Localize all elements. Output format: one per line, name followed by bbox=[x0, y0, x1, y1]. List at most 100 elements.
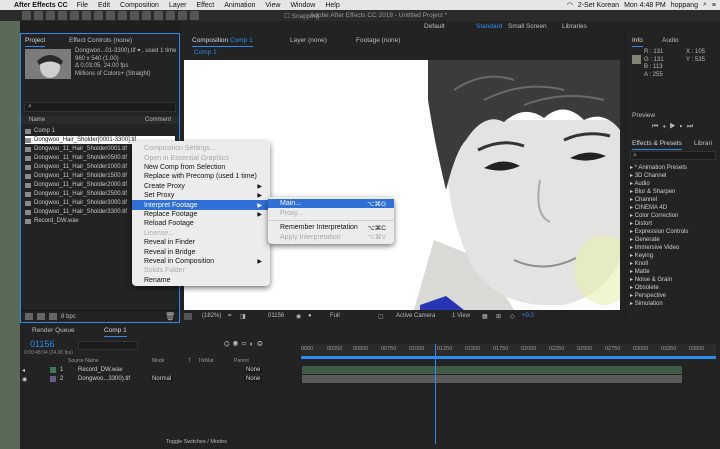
fx-category[interactable]: ▸ Audio bbox=[630, 180, 650, 187]
menu-item-reveal-in-finder[interactable]: Reveal in Finder bbox=[132, 238, 270, 247]
tab-project[interactable]: Project bbox=[25, 37, 46, 47]
trash-icon[interactable]: 🗑 bbox=[165, 312, 175, 321]
pen-tool-icon[interactable] bbox=[118, 11, 127, 20]
workspace-default[interactable]: Default bbox=[424, 23, 445, 30]
menu-effect[interactable]: Effect bbox=[196, 2, 214, 9]
menu-item-rename[interactable]: Rename bbox=[132, 276, 270, 285]
fx-category[interactable]: ▸ CINEMA 4D bbox=[630, 204, 667, 211]
menu-item-replace-with-precomp[interactable]: Replace with Precomp (used 1 time) bbox=[132, 172, 270, 181]
fx-category[interactable]: ▸ Expression Controls bbox=[630, 228, 688, 235]
user-name[interactable]: hoppang bbox=[671, 2, 698, 9]
3d-icon[interactable]: ◇ bbox=[510, 313, 515, 320]
timeline-switch-icons[interactable]: ⛭◉▭◐◎ bbox=[224, 341, 266, 349]
fx-category[interactable]: ▸ Color Correction bbox=[630, 212, 678, 219]
camera-select[interactable]: Active Camera bbox=[396, 313, 435, 319]
flowchart-icon[interactable]: ⊞ bbox=[496, 313, 501, 320]
menu-item-reveal-in-composition[interactable]: Reveal in Composition ▶ bbox=[132, 257, 270, 266]
col-trkmat[interactable]: TrkMat bbox=[198, 358, 213, 364]
list-item[interactable]: Comp 1 bbox=[25, 127, 175, 135]
project-search-input[interactable]: ⌕ bbox=[24, 102, 176, 112]
eraser-tool-icon[interactable] bbox=[166, 11, 175, 20]
timeline-timecode[interactable]: 01156 bbox=[30, 339, 54, 349]
col-source-name[interactable]: Source Name bbox=[68, 358, 99, 364]
workspace-standard[interactable]: Standard bbox=[476, 23, 502, 30]
fx-category[interactable]: ▸ 3D Channel bbox=[630, 172, 666, 179]
roi-icon[interactable]: ▢ bbox=[378, 313, 384, 320]
layer-name[interactable]: Record_DW.wav bbox=[78, 367, 123, 373]
comp-subtab[interactable]: Comp 1 bbox=[194, 49, 217, 56]
hand-tool-icon[interactable] bbox=[46, 11, 55, 20]
effects-search-input[interactable]: ⌕ bbox=[630, 151, 716, 160]
workspace-libraries[interactable]: Libraries bbox=[562, 23, 587, 30]
fx-category[interactable]: ▸ Channel bbox=[630, 196, 657, 203]
first-frame-icon[interactable]: ⏮ bbox=[652, 123, 662, 130]
tab-effect-controls[interactable]: Effect Controls (none) bbox=[69, 37, 132, 44]
menu-window[interactable]: Window bbox=[290, 2, 315, 9]
layer-parent[interactable]: None bbox=[244, 376, 263, 382]
next-frame-icon[interactable]: ▸ bbox=[680, 123, 687, 130]
puppet-tool-icon[interactable] bbox=[190, 11, 199, 20]
exposure-value[interactable]: +0.0 bbox=[522, 313, 534, 319]
label-color[interactable] bbox=[50, 376, 56, 382]
folder-icon[interactable] bbox=[25, 313, 33, 320]
app-menu[interactable]: After Effects CC bbox=[14, 2, 68, 9]
menu-item-new-comp-from-selection[interactable]: New Comp from Selection bbox=[132, 163, 270, 172]
col-parent[interactable]: Parent bbox=[234, 358, 249, 364]
tab-footage[interactable]: Footage (none) bbox=[356, 37, 400, 44]
rotate-tool-icon[interactable] bbox=[70, 11, 79, 20]
tab-layer[interactable]: Layer (none) bbox=[290, 37, 327, 44]
footage-layer-bar[interactable] bbox=[302, 375, 682, 383]
menu-composition[interactable]: Composition bbox=[120, 2, 159, 9]
audio-layer-bar[interactable] bbox=[302, 366, 682, 374]
menu-help[interactable]: Help bbox=[325, 2, 339, 9]
fx-category[interactable]: ▸ Keying bbox=[630, 252, 653, 259]
menu-item-reveal-in-bridge[interactable]: Reveal in Bridge bbox=[132, 247, 270, 256]
timecode-display[interactable]: 01156 bbox=[268, 313, 284, 319]
bpc-label[interactable]: 8 bpc bbox=[61, 314, 76, 320]
playhead[interactable] bbox=[435, 344, 436, 444]
menu-view[interactable]: View bbox=[265, 2, 280, 9]
clock[interactable]: Mon 4:48 PM bbox=[624, 2, 666, 9]
fx-category[interactable]: ▸ Immersive Video bbox=[630, 244, 679, 251]
layer-name[interactable]: Dongwoo...3300).tif bbox=[78, 376, 130, 382]
notification-icon[interactable]: ≡ bbox=[712, 2, 716, 9]
layer-row-2[interactable]: ◉ 2 Dongwoo...3300).tif Normal None bbox=[20, 375, 300, 384]
menu-item-set-proxy[interactable]: Set Proxy ▶ bbox=[132, 191, 270, 200]
channel-icon[interactable]: ● bbox=[308, 313, 312, 319]
timeline-search-input[interactable] bbox=[78, 341, 138, 350]
play-icon[interactable]: ▶ bbox=[669, 123, 679, 130]
menu-file[interactable]: File bbox=[77, 2, 88, 9]
fx-category[interactable]: ▸ Generate bbox=[630, 236, 660, 243]
fx-category[interactable]: ▸ Obsolete bbox=[630, 284, 659, 291]
zoom-select[interactable]: (182%) bbox=[202, 313, 221, 319]
last-frame-icon[interactable]: ⏭ bbox=[687, 123, 697, 130]
input-source[interactable]: 2-Set Korean bbox=[578, 2, 619, 9]
zoom-tool-icon[interactable] bbox=[58, 11, 67, 20]
work-area-bar[interactable] bbox=[301, 356, 716, 359]
menu-item-reload-footage[interactable]: Reload Footage bbox=[132, 219, 270, 228]
camera-tool-icon[interactable] bbox=[82, 11, 91, 20]
brush-tool-icon[interactable] bbox=[142, 11, 151, 20]
eye-icon[interactable]: ◉ bbox=[22, 376, 27, 383]
new-folder-icon[interactable] bbox=[37, 313, 45, 320]
spotlight-icon[interactable]: ⌕ bbox=[703, 1, 707, 9]
col-mode[interactable]: Mode bbox=[152, 358, 165, 364]
snapshot-icon[interactable]: ◉ bbox=[296, 313, 301, 320]
always-preview-icon[interactable] bbox=[184, 313, 192, 320]
fx-category[interactable]: ▸ Noise & Grain bbox=[630, 276, 672, 283]
resolution-select[interactable]: Full bbox=[330, 313, 340, 319]
tab-audio[interactable]: Audio bbox=[662, 37, 679, 44]
workspace-small-screen[interactable]: Small Screen bbox=[508, 23, 547, 30]
tab-timeline-comp[interactable]: Comp 1 bbox=[104, 327, 127, 337]
submenu-item-remember-interpretation[interactable]: Remember Interpretation ⌥⌘C bbox=[268, 223, 394, 232]
col-name[interactable]: Name bbox=[29, 117, 45, 123]
menu-item-replace-footage[interactable]: Replace Footage ▶ bbox=[132, 210, 270, 219]
col-t[interactable]: T bbox=[188, 358, 191, 364]
menu-edit[interactable]: Edit bbox=[98, 2, 110, 9]
mask-visibility-icon[interactable]: ◨ bbox=[240, 313, 246, 320]
fx-category[interactable]: ▸ Perspective bbox=[630, 292, 666, 299]
tab-info[interactable]: Info bbox=[632, 37, 643, 47]
fx-category[interactable]: ▸ * Animation Presets bbox=[630, 164, 687, 171]
fx-category[interactable]: ▸ Simulation bbox=[630, 300, 663, 307]
grid-icon[interactable]: ⌗ bbox=[228, 313, 231, 320]
